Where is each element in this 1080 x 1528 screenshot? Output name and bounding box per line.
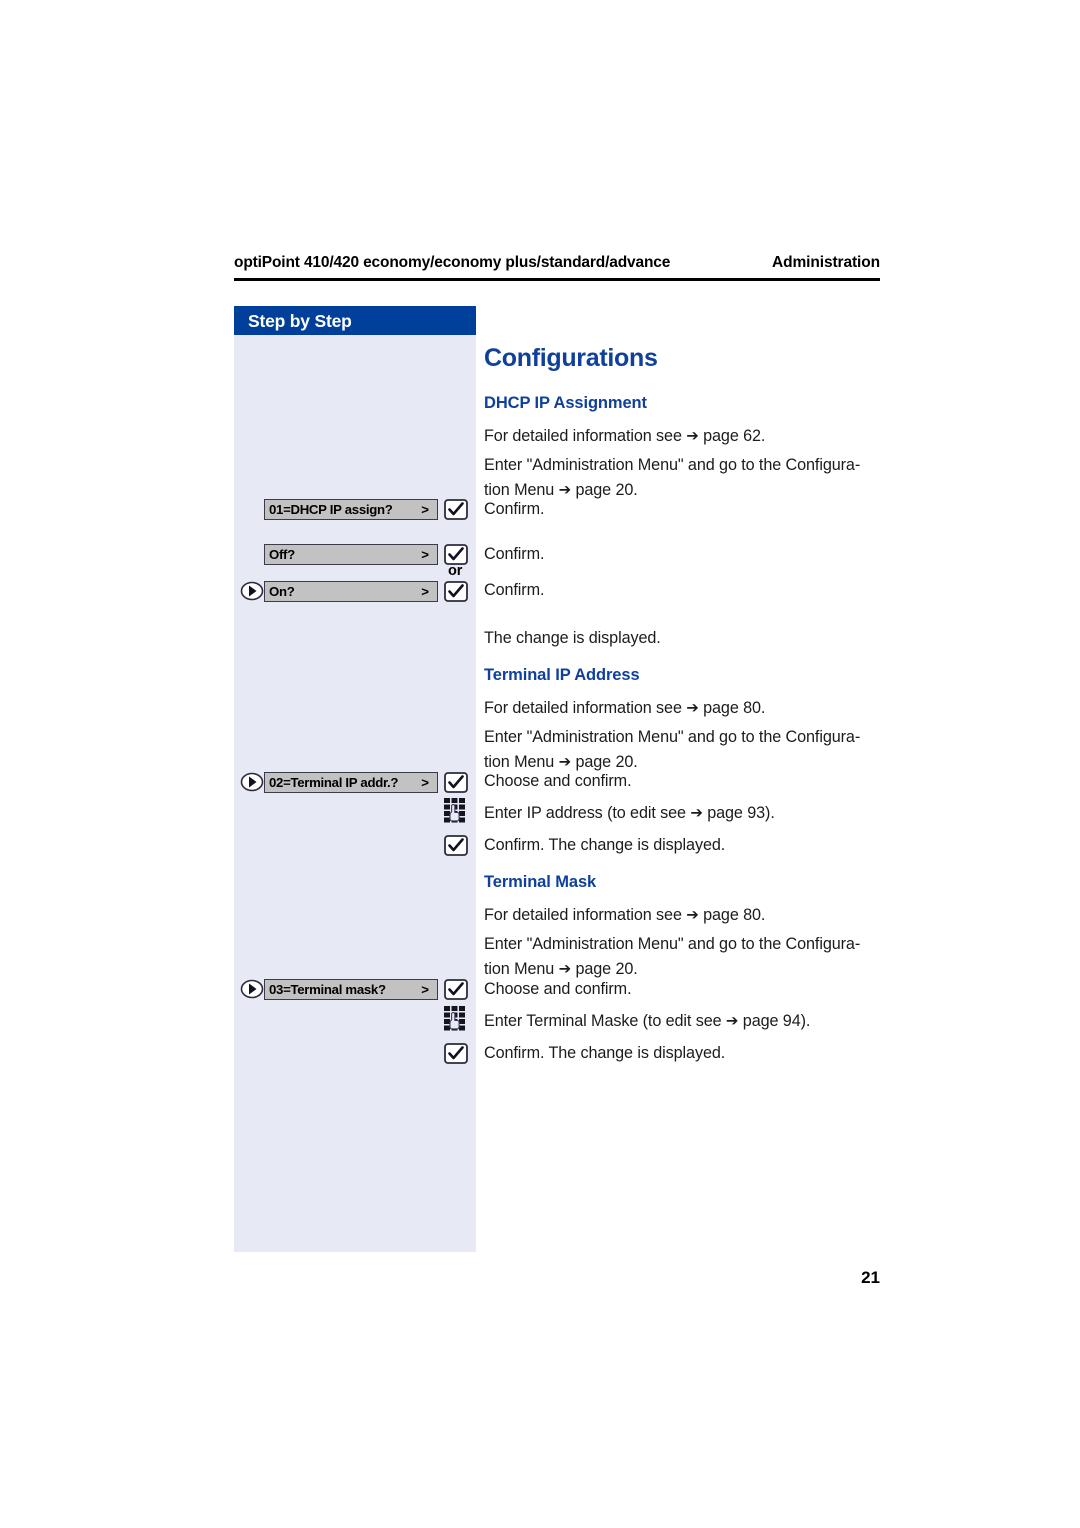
terminal-mask-intro-1-b: page 80. (698, 906, 766, 924)
section-heading-terminal-ip: Terminal IP Address (484, 666, 640, 684)
terminal-ip-step-1-text: Choose and confirm. (484, 772, 632, 790)
keypad-icon[interactable] (443, 797, 467, 823)
terminal-mask-entry-text: Enter Terminal Maske (to edit see ➔ page… (484, 1009, 880, 1034)
terminal-ip-entry-a: Enter IP address (to edit see (484, 804, 691, 822)
running-header-product: optiPoint 410/420 economy/economy plus/s… (234, 254, 671, 271)
page-ref-arrow-icon: ➔ (686, 698, 699, 717)
navigation-rocker-icon[interactable] (240, 979, 264, 999)
phone-display-label: On? (269, 584, 295, 599)
terminal-ip-intro-1-a: For detailed information see (484, 699, 687, 717)
terminal-ip-intro-2-a: Enter "Administration Menu" and go to th… (484, 728, 861, 746)
phone-display-terminal-mask[interactable]: 03=Terminal mask? > (264, 979, 438, 1000)
dhcp-step-1-text: Confirm. (484, 500, 545, 518)
page-title: Configurations (484, 344, 658, 372)
terminal-mask-confirm-text: Confirm. The change is displayed. (484, 1044, 726, 1062)
terminal-mask-intro-1: For detailed information see ➔ page 80. (484, 903, 880, 928)
page-ref-arrow-icon: ➔ (725, 1011, 739, 1030)
checkmark-box-icon[interactable] (444, 835, 468, 856)
phone-display-dhcp-assign[interactable]: 01=DHCP IP assign? > (264, 499, 438, 520)
dhcp-intro-2-a: Enter "Administration Menu" and go to th… (484, 456, 861, 474)
terminal-mask-intro-2-c: page 20. (571, 960, 638, 978)
checkmark-box-icon[interactable] (444, 772, 468, 793)
terminal-mask-intro-1-a: For detailed information see (484, 906, 687, 924)
navigation-rocker-icon[interactable] (240, 772, 264, 792)
terminal-ip-entry-b: page 93). (702, 804, 775, 822)
terminal-ip-intro-1: For detailed information see ➔ page 80. (484, 696, 880, 721)
phone-display-on[interactable]: On? > (264, 581, 438, 602)
terminal-mask-intro-2: Enter "Administration Menu" and go to th… (484, 932, 880, 982)
checkmark-box-icon[interactable] (444, 581, 468, 602)
phone-display-label: 02=Terminal IP addr.? (269, 775, 399, 790)
phone-display-caret: > (421, 775, 429, 790)
dhcp-step-3-text: Confirm. (484, 581, 545, 599)
phone-display-label: 03=Terminal mask? (269, 982, 386, 997)
keypad-icon[interactable] (443, 1005, 467, 1031)
phone-display-caret: > (421, 584, 429, 599)
page-number: 21 (861, 1268, 880, 1287)
section-heading-dhcp: DHCP IP Assignment (484, 394, 647, 412)
terminal-mask-step-1-text: Choose and confirm. (484, 980, 632, 998)
step-by-step-label: Step by Step (248, 311, 352, 331)
dhcp-intro-1-a: For detailed information see (484, 427, 687, 445)
terminal-mask-entry-a: Enter Terminal Maske (to edit see (484, 1012, 726, 1030)
step-by-step-banner: Step by Step (234, 306, 476, 335)
running-header-section: Administration (772, 254, 880, 271)
phone-display-caret: > (421, 502, 429, 517)
terminal-ip-intro-1-b: page 80. (698, 699, 766, 717)
terminal-ip-intro-2: Enter "Administration Menu" and go to th… (484, 725, 880, 775)
phone-display-off[interactable]: Off? > (264, 544, 438, 565)
phone-display-caret: > (421, 547, 429, 562)
header-rule (234, 278, 880, 281)
terminal-ip-confirm-text: Confirm. The change is displayed. (484, 836, 726, 854)
page-ref-arrow-icon: ➔ (686, 905, 699, 924)
terminal-mask-intro-2-b: tion Menu (484, 960, 559, 978)
section-heading-terminal-mask: Terminal Mask (484, 873, 597, 891)
navigation-rocker-icon[interactable] (240, 581, 264, 601)
or-separator-label: or (448, 563, 463, 579)
phone-display-label: Off? (269, 547, 295, 562)
terminal-mask-entry-b: page 94). (738, 1012, 811, 1030)
step-by-step-column (234, 335, 476, 1252)
page-ref-arrow-icon: ➔ (690, 803, 703, 822)
dhcp-intro-1-b: page 62. (698, 427, 766, 445)
checkmark-box-icon[interactable] (444, 979, 468, 1000)
phone-display-label: 01=DHCP IP assign? (269, 502, 393, 517)
dhcp-outro: The change is displayed. (484, 629, 661, 647)
running-header: optiPoint 410/420 economy/economy plus/s… (234, 254, 880, 280)
terminal-ip-entry-text: Enter IP address (to edit see ➔ page 93)… (484, 801, 880, 826)
checkmark-box-icon[interactable] (444, 544, 468, 565)
dhcp-step-2-text: Confirm. (484, 545, 545, 563)
dhcp-intro-1: For detailed information see ➔ page 62. (484, 424, 880, 449)
checkmark-box-icon[interactable] (444, 499, 468, 520)
phone-display-terminal-ip[interactable]: 02=Terminal IP addr.? > (264, 772, 438, 793)
dhcp-intro-2: Enter "Administration Menu" and go to th… (484, 453, 880, 503)
checkmark-box-icon[interactable] (444, 1043, 468, 1064)
terminal-mask-intro-2-a: Enter "Administration Menu" and go to th… (484, 935, 861, 953)
document-page: optiPoint 410/420 economy/economy plus/s… (0, 0, 1080, 1528)
phone-display-caret: > (421, 982, 429, 997)
page-ref-arrow-icon: ➔ (686, 426, 699, 445)
